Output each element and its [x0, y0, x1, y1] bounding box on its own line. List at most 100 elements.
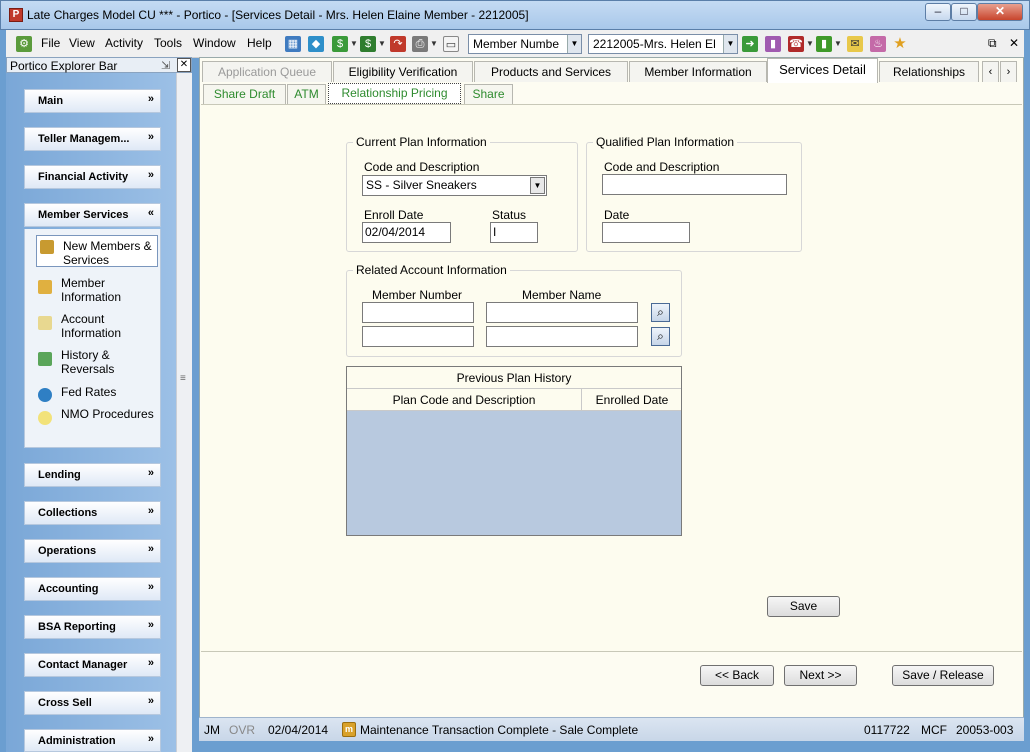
status-field[interactable]: I — [490, 222, 538, 243]
explorer-group-main[interactable]: Main » — [24, 89, 161, 113]
current-code-select[interactable]: SS - Silver Sneakers ▼ — [362, 175, 547, 196]
menu-tools[interactable]: Tools — [154, 36, 182, 50]
menu-file[interactable]: File — [41, 36, 60, 50]
chevron-down-icon[interactable]: » — [148, 543, 154, 555]
close-child-button[interactable]: ✕ — [1009, 36, 1019, 50]
chevron-down-icon[interactable]: » — [148, 733, 154, 745]
close-button[interactable]: ✕ — [977, 3, 1023, 21]
chevron-down-icon[interactable]: » — [148, 695, 154, 707]
restore-child-button[interactable]: ⧉ — [988, 36, 997, 51]
previous-plan-history-grid[interactable]: Previous Plan History Plan Code and Desc… — [346, 366, 682, 536]
explorer-group-bsa-reporting[interactable]: BSA Reporting » — [24, 615, 161, 639]
next-button[interactable]: Next >> — [784, 665, 857, 686]
chevron-down-icon[interactable]: ▼ — [567, 35, 581, 53]
explorer-group-lending[interactable]: Lending » — [24, 463, 161, 487]
menu-help[interactable]: Help — [247, 36, 272, 50]
item-label: NMO Procedures — [61, 407, 154, 421]
cake-icon[interactable]: ♨ — [870, 36, 886, 52]
envelope-icon[interactable]: ✉ — [847, 36, 863, 52]
menu-activity[interactable]: Activity — [105, 36, 143, 50]
explorer-item-history-reversals[interactable]: History & Reversals — [35, 348, 157, 380]
tab-eligibility-verification[interactable]: Eligibility Verification — [333, 61, 473, 82]
enroll-date-field[interactable]: 02/04/2014 — [362, 222, 451, 243]
chevron-down-icon[interactable]: » — [148, 169, 154, 181]
qualified-code-field[interactable] — [602, 174, 787, 195]
card-icon[interactable]: ◆ — [308, 36, 324, 52]
explorer-close-icon[interactable]: ✕ — [177, 58, 191, 72]
explorer-group-contact-manager[interactable]: Contact Manager » — [24, 653, 161, 677]
explorer-group-financial-activity[interactable]: Financial Activity » — [24, 165, 161, 189]
tab-relationships[interactable]: Relationships — [879, 61, 979, 82]
chevron-down-icon[interactable]: » — [148, 505, 154, 517]
subtab-relationship-pricing[interactable]: Relationship Pricing — [328, 83, 461, 104]
pin-icon[interactable]: ⇲ — [161, 59, 170, 72]
chevron-down-icon[interactable]: » — [148, 93, 154, 105]
battery-icon[interactable]: ▮ — [816, 36, 832, 52]
tab-member-information[interactable]: Member Information — [629, 61, 767, 82]
chevron-down-icon[interactable]: » — [148, 467, 154, 479]
tab-products-and-services[interactable]: Products and Services — [474, 61, 628, 82]
cash-dropdown-icon[interactable]: ▼ — [378, 39, 386, 48]
save-release-button[interactable]: Save / Release — [892, 665, 994, 686]
go-arrow-icon[interactable]: ➜ — [742, 36, 758, 52]
subtab-share-draft[interactable]: Share Draft — [203, 84, 286, 104]
related-member-number-1[interactable] — [362, 302, 474, 323]
subtab-atm[interactable]: ATM — [287, 84, 326, 104]
column-header-plan-code[interactable]: Plan Code and Description — [347, 389, 582, 411]
phone-icon[interactable]: ☎ — [788, 36, 804, 52]
explorer-item-member-information[interactable]: Member Information — [35, 276, 157, 308]
binoculars-search-icon[interactable]: ⌕ — [651, 303, 670, 322]
explorer-group-teller-management[interactable]: Teller Managem... » — [24, 127, 161, 151]
calculator-icon[interactable]: ▦ — [285, 36, 301, 52]
chevron-up-icon[interactable]: « — [148, 207, 154, 219]
chevron-down-icon[interactable]: » — [148, 581, 154, 593]
chevron-down-icon[interactable]: ▼ — [530, 177, 545, 194]
cash-icon[interactable]: $ — [360, 36, 376, 52]
binoculars-search-icon[interactable]: ⌕ — [651, 327, 670, 346]
minimize-button[interactable]: – — [925, 3, 951, 21]
related-member-name-2[interactable] — [486, 326, 638, 347]
explorer-item-nmo-procedures[interactable]: NMO Procedures — [35, 407, 157, 439]
subtab-share[interactable]: Share — [464, 84, 513, 104]
battery-dropdown-icon[interactable]: ▼ — [834, 39, 842, 48]
save-button[interactable]: Save — [767, 596, 840, 617]
explorer-group-collections[interactable]: Collections » — [24, 501, 161, 525]
explorer-group-administration[interactable]: Administration » — [24, 729, 161, 752]
qualified-date-field[interactable] — [602, 222, 690, 243]
maximize-button[interactable]: □ — [951, 3, 977, 21]
back-button[interactable]: << Back — [700, 665, 774, 686]
portico-menu-icon[interactable]: ⚙ — [16, 36, 32, 52]
explorer-group-operations[interactable]: Operations » — [24, 539, 161, 563]
column-header-enrolled-date[interactable]: Enrolled Date — [583, 389, 681, 411]
menu-window[interactable]: Window — [193, 36, 236, 50]
explorer-group-cross-sell[interactable]: Cross Sell » — [24, 691, 161, 715]
chevron-down-icon[interactable]: » — [148, 619, 154, 631]
star-icon[interactable]: ★ — [892, 36, 908, 52]
document-icon[interactable]: ▭ — [443, 36, 459, 52]
explorer-item-account-information[interactable]: Account Information — [35, 312, 157, 344]
redo-arrow-icon[interactable]: ↷ — [390, 36, 406, 52]
phone-dropdown-icon[interactable]: ▼ — [806, 39, 814, 48]
books-icon[interactable]: ▮ — [765, 36, 781, 52]
explorer-group-member-services[interactable]: Member Services « — [24, 203, 161, 227]
tab-scroll-right-icon[interactable]: › — [1000, 61, 1017, 82]
related-member-name-1[interactable] — [486, 302, 638, 323]
splitter-grip-icon[interactable]: ≡ — [180, 373, 186, 384]
tab-application-queue[interactable]: Application Queue — [202, 61, 332, 82]
related-member-number-2[interactable] — [362, 326, 474, 347]
printer-icon[interactable]: ⎙ — [412, 36, 428, 52]
explorer-group-accounting[interactable]: Accounting » — [24, 577, 161, 601]
member-select[interactable]: 2212005-Mrs. Helen El ▼ — [588, 34, 738, 54]
tab-services-detail[interactable]: Services Detail — [767, 58, 878, 83]
explorer-splitter[interactable]: ≡ — [176, 73, 192, 752]
chevron-down-icon[interactable]: » — [148, 131, 154, 143]
chevron-down-icon[interactable]: » — [148, 657, 154, 669]
dollar-dropdown-icon[interactable]: ▼ — [350, 39, 358, 48]
menu-view[interactable]: View — [69, 36, 95, 50]
printer-dropdown-icon[interactable]: ▼ — [430, 39, 438, 48]
dollar-icon[interactable]: $ — [332, 36, 348, 52]
tab-scroll-left-icon[interactable]: ‹ — [982, 61, 999, 82]
explorer-item-new-members[interactable]: New Members & Services — [36, 235, 158, 267]
chevron-down-icon[interactable]: ▼ — [723, 35, 737, 53]
member-number-search-select[interactable]: Member Numbe ▼ — [468, 34, 582, 54]
